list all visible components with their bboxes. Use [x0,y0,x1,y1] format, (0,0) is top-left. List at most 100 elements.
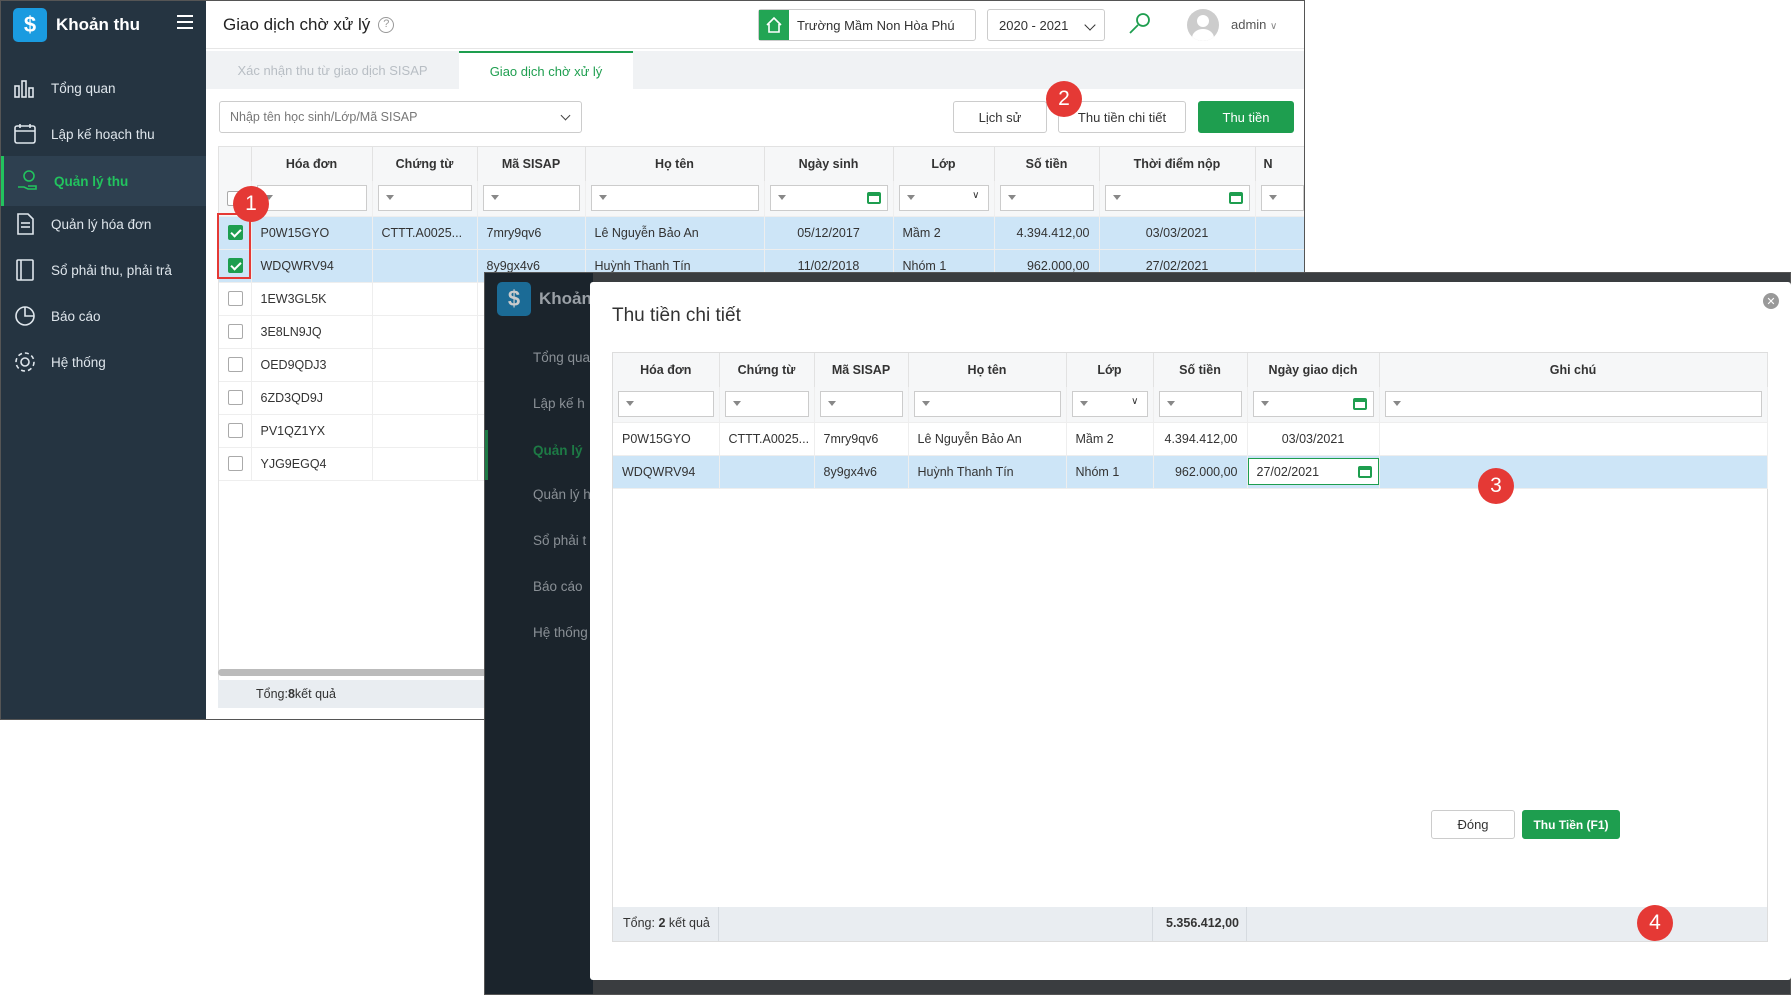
search-key-icon[interactable] [1127,11,1153,37]
filter-input[interactable] [377,185,472,212]
cell-extra [1255,216,1304,250]
column-header[interactable]: Chứng từ [372,147,478,181]
sidebar-item-label: Tổng qua [533,350,591,365]
tab-confirm-sisap[interactable]: Xác nhận thu từ giao dịch SISAP [206,51,459,89]
row-checkbox[interactable] [228,456,243,471]
filter-input[interactable] [590,185,759,212]
row-checkbox[interactable] [228,423,243,438]
column-header[interactable]: Ngày sinh [764,147,894,181]
chevron-down-icon: ∨ [1131,396,1139,408]
column-header[interactable]: Số tiền [994,147,1100,181]
column-header[interactable]: Lớp [1066,353,1154,387]
sidebar-item-plan[interactable]: Lập kế hoạch thu [1,109,206,159]
filter-input[interactable] [1252,391,1374,418]
search-input[interactable]: Nhập tên học sinh/Lớp/Mã SISAP [219,101,582,133]
filter-row: ∨ [219,181,1304,217]
tab-bar: Xác nhận thu từ giao dịch SISAP Giao dịc… [206,51,1304,89]
transaction-date-picker[interactable]: 27/02/2021 [1247,458,1378,485]
footer-divider [1246,907,1247,941]
table-header: Hóa đơn Chứng từ Mã SISAP Họ tên Ngày si… [219,147,1304,181]
tab-pending-transactions[interactable]: Giao dịch chờ xử lý [459,51,633,89]
table-row[interactable]: P0W15GYO CTTT.A0025... 7mry9qv6 Lê Nguyễ… [613,422,1768,456]
total-suffix: kết quả [665,916,710,930]
sidebar-item-system[interactable]: Hệ thống [1,337,206,387]
column-header[interactable]: Hóa đơn [251,147,373,181]
row-checkbox[interactable] [228,357,243,372]
money-hand-icon [18,170,37,190]
cell-invoice: WDQWRV94 [613,455,720,489]
filter-input[interactable] [618,391,714,418]
cell-invoice: 3E8LN9JQ [251,315,373,349]
sidebar-item-label: Sổ phải t [533,533,587,548]
app-name: Khoản thu [56,15,141,34]
row-checkbox[interactable] [228,390,243,405]
cell-note[interactable] [1379,422,1768,456]
sidebar-item-label: Báo cáo [533,579,583,594]
sidebar-item-overview[interactable]: Tổng quan [1,63,206,113]
close-icon[interactable]: ✕ [1763,293,1779,309]
hamburger-menu-icon[interactable] [177,15,193,29]
cell-note[interactable] [1379,455,1768,489]
sidebar-item-invoices[interactable]: Quản lý hóa đơn [1,199,206,249]
column-header[interactable]: Họ tên [585,147,765,181]
detail-collect-dialog: Thu tiền chi tiết ✕ Hóa đơn Chứng từ Mã … [590,282,1791,980]
filter-input[interactable] [482,185,580,212]
sidebar-item-label: Sổ phải thu, phải trả [51,262,172,278]
cell-voucher: CTTT.A0025... [372,216,478,250]
filter-select[interactable]: ∨ [1071,391,1148,418]
school-year-select[interactable]: 2020 - 2021 [987,9,1105,41]
history-button[interactable]: Lịch sử [953,101,1047,133]
cell-paid-time: 03/03/2021 [1099,216,1256,250]
cell-invoice: 6ZD3QD9J [251,381,373,415]
collect-button[interactable]: Thu tiền [1198,101,1294,133]
dollar-logo-icon: $ [497,282,531,316]
column-header[interactable]: Chứng từ [719,353,815,387]
filter-input[interactable] [724,391,809,418]
filter-input[interactable] [1384,391,1762,418]
user-name[interactable]: admin ∨ [1231,17,1277,32]
close-button[interactable]: Đóng [1431,810,1515,839]
total-amount: 5.356.412,00 [1166,916,1239,930]
cell-name: Lê Nguyễn Bảo An [908,422,1067,456]
column-header[interactable]: N [1255,147,1304,181]
filter-input[interactable] [913,391,1061,418]
column-header[interactable]: Mã SISAP [477,147,586,181]
row-checkbox[interactable] [228,324,243,339]
row-checkbox[interactable] [228,291,243,306]
filter-input[interactable] [819,391,903,418]
calendar-icon[interactable] [1357,466,1372,478]
school-selector[interactable]: Trường Mầm Non Hòa Phú [758,9,976,41]
column-header[interactable]: Mã SISAP [814,353,909,387]
cell-transaction-date[interactable]: 03/03/2021 [1247,422,1380,456]
column-header[interactable]: Lớp [893,147,995,181]
filter-input[interactable] [1260,185,1304,212]
table-row[interactable]: P0W15GYO CTTT.A0025... 7mry9qv6 Lê Nguyễ… [219,216,1304,250]
table-row[interactable]: WDQWRV94 8y9gx4v6 Huỳnh Thanh Tín Nhóm 1… [613,455,1768,489]
chevron-down-icon [560,110,571,121]
sidebar-item-ledger[interactable]: Sổ phải thu, phải trả [1,245,206,295]
column-header[interactable]: Số tiền [1153,353,1248,387]
column-header[interactable]: Hóa đơn [613,353,720,387]
cell-sisap: 7mry9qv6 [814,422,909,456]
avatar[interactable] [1187,9,1219,41]
filter-input[interactable] [999,185,1094,212]
column-header[interactable]: Ghi chú [1379,353,1768,387]
table-header: Hóa đơn Chứng từ Mã SISAP Họ tên Lớp Số … [613,353,1768,387]
help-icon[interactable]: ? [378,16,395,33]
column-header[interactable]: Họ tên [908,353,1067,387]
ledger-icon [16,259,34,281]
filter-input[interactable] [1104,185,1250,212]
cell-amount: 4.394.412,00 [994,216,1100,250]
column-header[interactable]: Thời điểm nộp [1099,147,1256,181]
cell-class: Mầm 2 [1066,422,1154,456]
header-select [219,147,252,181]
sidebar-item-reports[interactable]: Báo cáo [1,291,206,341]
filter-input[interactable] [1158,391,1242,418]
filter-input[interactable] [256,185,367,212]
horizontal-scrollbar[interactable] [218,669,488,676]
collect-f1-button[interactable]: Thu Tiền (F1) [1522,810,1620,839]
cell-invoice: P0W15GYO [613,422,720,456]
filter-select[interactable]: ∨ [898,185,989,212]
filter-input[interactable] [769,185,888,212]
column-header[interactable]: Ngày giao dịch [1247,353,1380,387]
